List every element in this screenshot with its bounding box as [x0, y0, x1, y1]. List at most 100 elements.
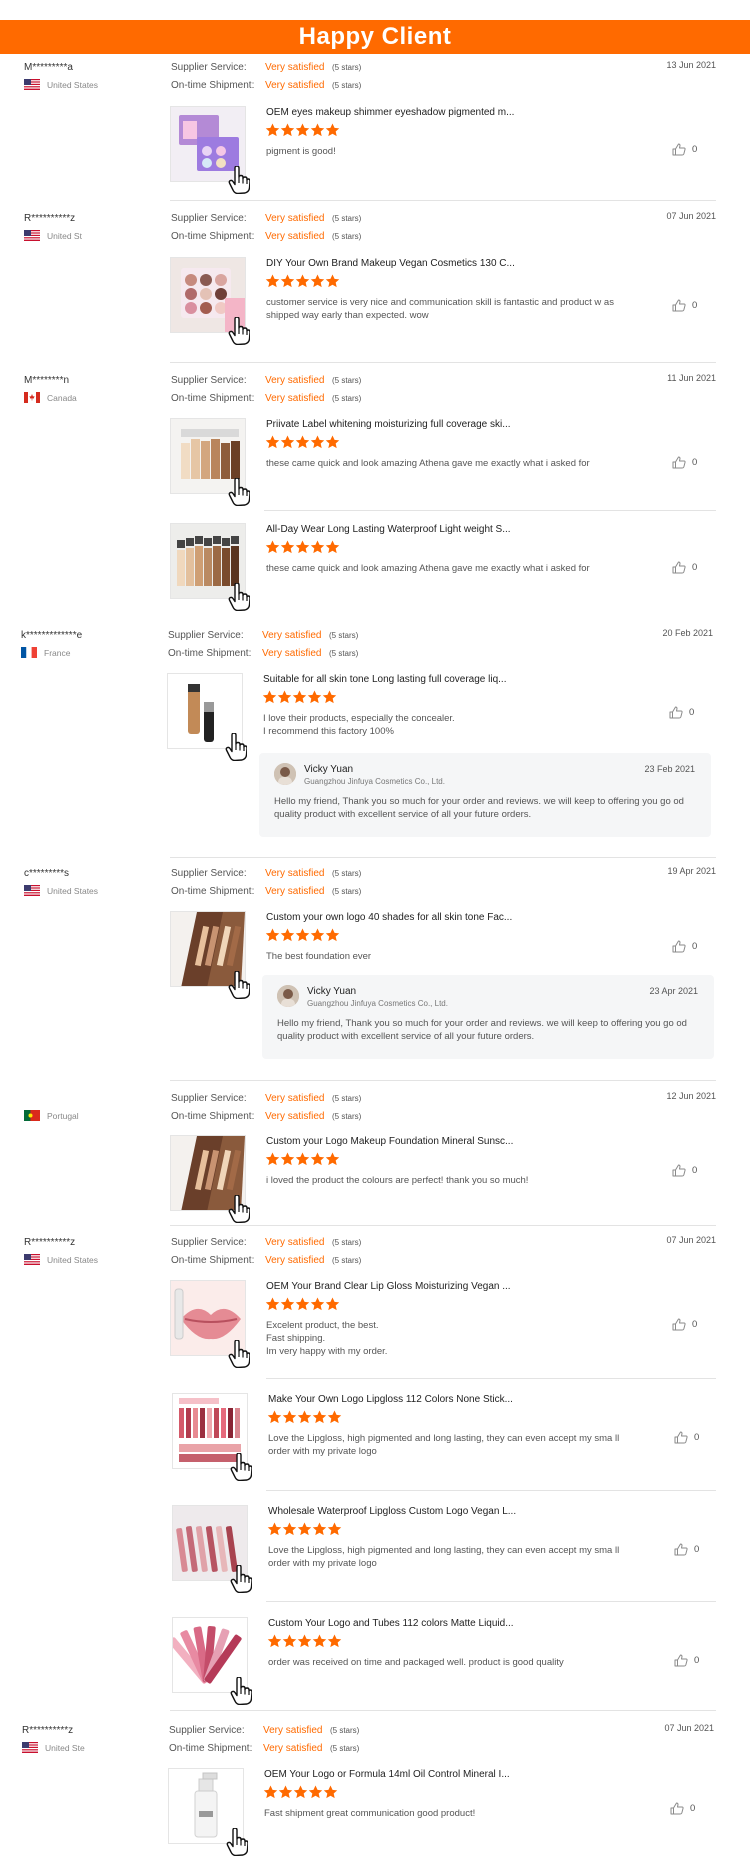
pointer-hand-icon: [226, 1827, 249, 1857]
on-time-shipment-value: Very satisfied: [263, 1743, 323, 1754]
like-count: 0: [692, 300, 698, 312]
product-title-link[interactable]: All-Day Wear Long Lasting Waterproof Lig…: [266, 524, 511, 535]
buyer-name: k*************e: [21, 630, 83, 641]
star-icon: [267, 1634, 282, 1651]
star-icon: [280, 1152, 295, 1169]
star-icon: [280, 435, 295, 452]
review-text: order was received on time and packaged …: [268, 1657, 564, 1668]
review-date: 07 Jun 2021: [666, 1235, 716, 1245]
supplier-service-value: Very satisfied: [265, 213, 325, 224]
flag-us-icon: [24, 885, 40, 896]
buyer-country: Portugal: [47, 1111, 79, 1121]
supplier-reply-date: 23 Apr 2021: [649, 986, 698, 996]
product-title-link[interactable]: Custom your Logo Makeup Foundation Miner…: [266, 1136, 513, 1147]
pointer-hand-icon: [228, 165, 251, 195]
on-time-shipment-stars: (5 stars): [332, 81, 362, 90]
product-title-link[interactable]: Custom your own logo 40 shades for all s…: [266, 912, 512, 923]
product-title-link[interactable]: DIY Your Own Brand Makeup Vegan Cosmetic…: [266, 258, 515, 269]
divider: [266, 1601, 716, 1602]
product-title-link[interactable]: Wholesale Waterproof Lipgloss Custom Log…: [268, 1506, 516, 1517]
star-icon: [323, 1785, 338, 1802]
like-button[interactable]: 0: [672, 1164, 697, 1177]
pointer-hand-icon: [228, 582, 251, 612]
buyer-country: United States: [47, 1255, 99, 1265]
rating-stars: [265, 435, 340, 451]
star-icon: [262, 690, 277, 707]
like-count: 0: [692, 562, 698, 574]
thumbs-up-icon: [672, 561, 686, 574]
pointer-hand-icon: [230, 1676, 253, 1706]
supplier-service-stars: (5 stars): [332, 1238, 362, 1247]
on-time-shipment-label: On-time Shipment:: [171, 1255, 255, 1266]
product-title-link[interactable]: OEM Your Brand Clear Lip Gloss Moisturiz…: [266, 1281, 511, 1292]
like-button[interactable]: 0: [669, 706, 694, 719]
review-text: these came quick and look amazing Athena…: [266, 563, 590, 574]
supplier-service-label: Supplier Service:: [169, 1725, 245, 1736]
review-text: Love the Lipgloss, high pigmented and lo…: [268, 1433, 620, 1457]
like-button[interactable]: 0: [672, 561, 697, 574]
star-icon: [327, 1410, 342, 1427]
thumbs-up-icon: [672, 143, 686, 156]
supplier-service-value: Very satisfied: [263, 1725, 323, 1736]
buyer-country: United States: [47, 886, 99, 896]
star-icon: [292, 690, 307, 707]
star-icon: [265, 274, 280, 291]
like-button[interactable]: 0: [674, 1431, 699, 1444]
rating-stars: [267, 1522, 342, 1538]
like-count: 0: [694, 1655, 700, 1667]
on-time-shipment-label: On-time Shipment:: [168, 648, 252, 659]
star-icon: [297, 1634, 312, 1651]
supplier-service-stars: (5 stars): [332, 214, 362, 223]
flag-us-icon: [22, 1742, 38, 1753]
divider: [170, 857, 716, 858]
like-button[interactable]: 0: [670, 1802, 695, 1815]
product-title-link[interactable]: Make Your Own Logo Lipgloss 112 Colors N…: [268, 1394, 513, 1405]
like-button[interactable]: 0: [674, 1543, 699, 1556]
like-button[interactable]: 0: [674, 1654, 699, 1667]
on-time-shipment-stars: (5 stars): [332, 232, 362, 241]
buyer-name: M********n: [24, 375, 70, 386]
product-title-link[interactable]: Custom Your Logo and Tubes 112 colors Ma…: [268, 1618, 514, 1629]
flag-pt-icon: [24, 1110, 40, 1121]
on-time-shipment-label: On-time Shipment:: [171, 886, 255, 897]
product-title-link[interactable]: Priivate Label whitening moisturizing fu…: [266, 419, 511, 430]
like-button[interactable]: 0: [672, 940, 697, 953]
divider: [170, 1225, 716, 1226]
product-title-link[interactable]: OEM Your Logo or Formula 14ml Oil Contro…: [264, 1769, 510, 1780]
like-count: 0: [694, 1544, 700, 1556]
divider: [170, 1080, 716, 1081]
pointer-hand-icon: [225, 732, 248, 762]
like-button[interactable]: 0: [672, 1318, 697, 1331]
like-button[interactable]: 0: [672, 299, 697, 312]
like-count: 0: [692, 457, 698, 469]
supplier-service-stars: (5 stars): [330, 1726, 360, 1735]
star-icon: [295, 928, 310, 945]
thumbs-up-icon: [672, 456, 686, 469]
supplier-service-label: Supplier Service:: [168, 630, 244, 641]
product-title-link[interactable]: Suitable for all skin tone Long lasting …: [263, 674, 506, 685]
supplier-reply-text: Hello my friend, Thank you so much for y…: [274, 796, 684, 820]
star-icon: [280, 1297, 295, 1314]
supplier-service-value: Very satisfied: [265, 62, 325, 73]
supplier-reply-company: Guangzhou Jinfuya Cosmetics Co., Ltd.: [307, 999, 448, 1008]
divider: [266, 1378, 716, 1379]
rating-stars: [265, 123, 340, 139]
star-icon: [265, 1152, 280, 1169]
supplier-service-value: Very satisfied: [265, 868, 325, 879]
supplier-service-stars: (5 stars): [332, 376, 362, 385]
like-button[interactable]: 0: [672, 456, 697, 469]
review-date: 07 Jun 2021: [666, 211, 716, 221]
star-icon: [265, 435, 280, 452]
review-text: Fast shipment great communication good p…: [264, 1808, 476, 1819]
star-icon: [312, 1410, 327, 1427]
star-icon: [310, 540, 325, 557]
review-text: pigment is good!: [266, 146, 336, 157]
rating-stars: [265, 928, 340, 944]
product-title-link[interactable]: OEM eyes makeup shimmer eyeshadow pigmen…: [266, 107, 514, 118]
on-time-shipment-stars: (5 stars): [332, 1112, 362, 1121]
on-time-shipment-value: Very satisfied: [265, 80, 325, 91]
supplier-service-stars: (5 stars): [332, 63, 362, 72]
star-icon: [282, 1410, 297, 1427]
like-button[interactable]: 0: [672, 143, 697, 156]
buyer-country: United States: [47, 80, 99, 90]
